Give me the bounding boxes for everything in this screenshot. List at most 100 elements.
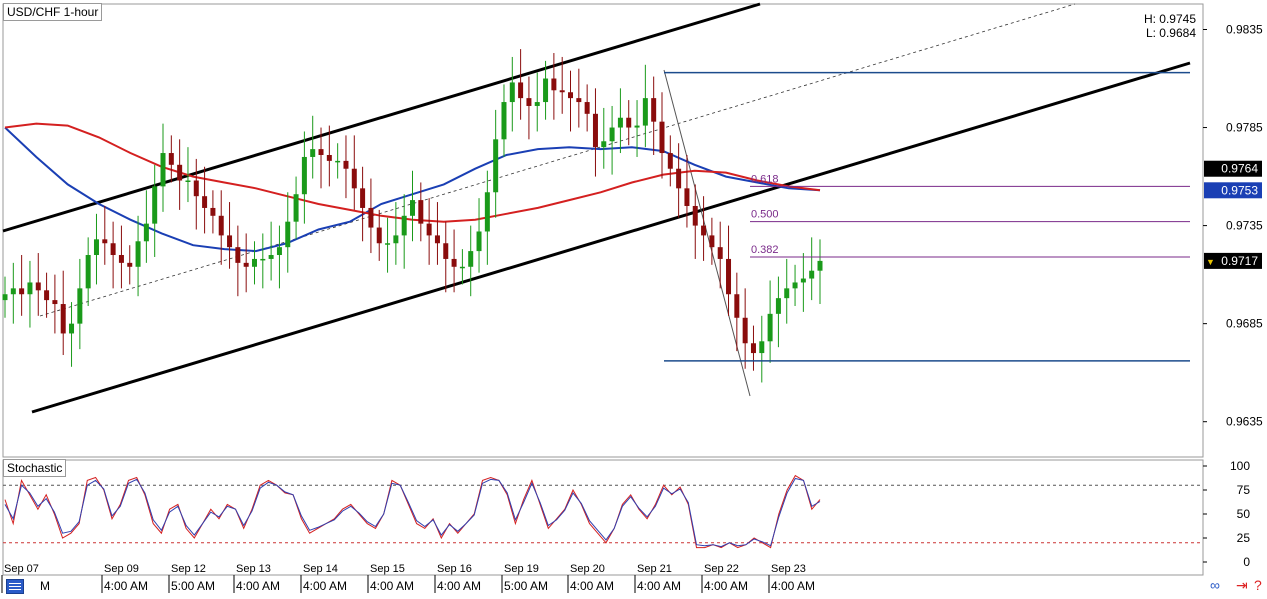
time-axis-time: 4:00 AM [370, 579, 414, 593]
time-axis-time: 5:00 AM [171, 579, 215, 593]
candle-body [168, 153, 174, 165]
candle-body [734, 294, 740, 318]
candle-body [118, 255, 124, 263]
time-axis-date: Sep 09 [104, 563, 139, 575]
time-axis-date: Sep 19 [504, 563, 539, 575]
time-axis-time: 4:00 AM [704, 579, 748, 593]
candle-body [642, 98, 648, 126]
stochastic-tick-label: 75 [1237, 483, 1251, 497]
candle-body [534, 102, 540, 106]
time-axis-time: 4:00 AM [570, 579, 614, 593]
candle-body [110, 243, 116, 256]
candle-body [152, 186, 158, 224]
candle-body [235, 247, 241, 263]
candle-body [401, 215, 407, 236]
time-axis-date: Sep 22 [704, 563, 739, 575]
candle-body [701, 225, 707, 236]
time-axis-time: 4:00 AM [303, 579, 347, 593]
candle-body [410, 200, 415, 216]
candle-body [93, 239, 99, 256]
candle-body [160, 153, 166, 187]
price-tick-label: 0.9835 [1226, 22, 1263, 36]
time-axis-date: Sep 23 [771, 563, 806, 575]
time-axis-time: 4:00 AM [771, 579, 815, 593]
candle-body [651, 98, 657, 122]
candle-body [135, 241, 141, 267]
candle-body [509, 82, 515, 103]
candle-body [10, 288, 16, 295]
candle-body [759, 341, 765, 354]
price-tag-label: 0.9764 [1221, 162, 1258, 176]
time-axis-time: 4:00 AM [437, 579, 481, 593]
candle-body [368, 207, 374, 228]
candle-body [35, 282, 41, 291]
candle-body [443, 243, 449, 259]
candle-body [418, 200, 424, 224]
candle-body [426, 223, 432, 236]
candle-body [335, 160, 341, 163]
stochastic-tick-label: 25 [1237, 531, 1251, 545]
candle-body [809, 270, 815, 279]
time-axis-time: 4:00 AM [104, 579, 148, 593]
time-axis-date: Sep 12 [171, 563, 206, 575]
candle-body [817, 260, 823, 271]
candle-body [318, 149, 324, 155]
candle-body [684, 188, 690, 206]
candle-body [218, 215, 224, 236]
candle-body [326, 155, 332, 161]
candle-body [501, 102, 507, 140]
price-tag-label: 0.9717 [1221, 254, 1258, 268]
high-label: H: 0.9745 [1143, 12, 1196, 26]
time-axis-date: Sep 20 [570, 563, 605, 575]
candle-body [268, 255, 274, 259]
time-axis-date: Sep 15 [370, 563, 405, 575]
candle-body [484, 192, 490, 232]
candle-body [44, 290, 50, 301]
candle-body [60, 304, 66, 334]
candle-body [792, 282, 798, 289]
candle-body [293, 194, 299, 222]
time-axis-time: M [40, 579, 50, 593]
candle-body [476, 231, 482, 252]
candle-body [127, 262, 133, 267]
stochastic-tick-label: 0 [1243, 555, 1250, 569]
candle-body [468, 251, 474, 267]
candle-body [276, 247, 282, 256]
candle-body [376, 227, 382, 244]
candle-body [243, 262, 249, 267]
candle-body [568, 92, 574, 99]
candle-body [69, 323, 75, 334]
candle-body [52, 300, 58, 305]
candle-body [742, 317, 748, 344]
arrow-icon[interactable]: ⇥ [1236, 577, 1248, 593]
fib-level-label: 0.618 [751, 173, 779, 185]
time-axis-date: Sep 13 [236, 563, 271, 575]
candle-body [617, 117, 623, 128]
chart-canvas[interactable]: 0.9835 0.9785 0.9735 0.9685 0.9635 100 75 50 25… [0, 0, 1267, 599]
candle-body [626, 117, 632, 128]
stochastic-title: Stochastic [3, 459, 67, 477]
candle-body [2, 294, 8, 301]
time-axis-date: Sep 21 [637, 563, 672, 575]
grid-icon[interactable] [6, 579, 24, 594]
fib-level-label: 0.382 [751, 244, 779, 256]
candle-body [202, 196, 208, 208]
help-icon[interactable]: ? [1254, 577, 1262, 593]
price-tick-label: 0.9635 [1226, 415, 1263, 429]
candle-body [784, 288, 790, 299]
time-axis-date: Sep 16 [437, 563, 472, 575]
stochastic-tick-label: 100 [1230, 459, 1250, 473]
candle-body [576, 98, 582, 103]
candle-body [800, 278, 806, 283]
time-axis-time: 5:00 AM [504, 579, 548, 593]
candle-body [634, 125, 640, 128]
candle-body [360, 188, 366, 208]
candle-body [343, 160, 349, 169]
candle-body [526, 98, 532, 106]
price-tags: 0.9764 0.9753 0.9717 ▼ [1204, 160, 1262, 269]
candle-body [775, 298, 781, 314]
candle-body [143, 223, 149, 242]
candle-body [260, 258, 266, 261]
link-icon[interactable]: ∞ [1210, 577, 1220, 593]
stochastic-axis: 100 75 50 25 0 [1203, 459, 1250, 569]
